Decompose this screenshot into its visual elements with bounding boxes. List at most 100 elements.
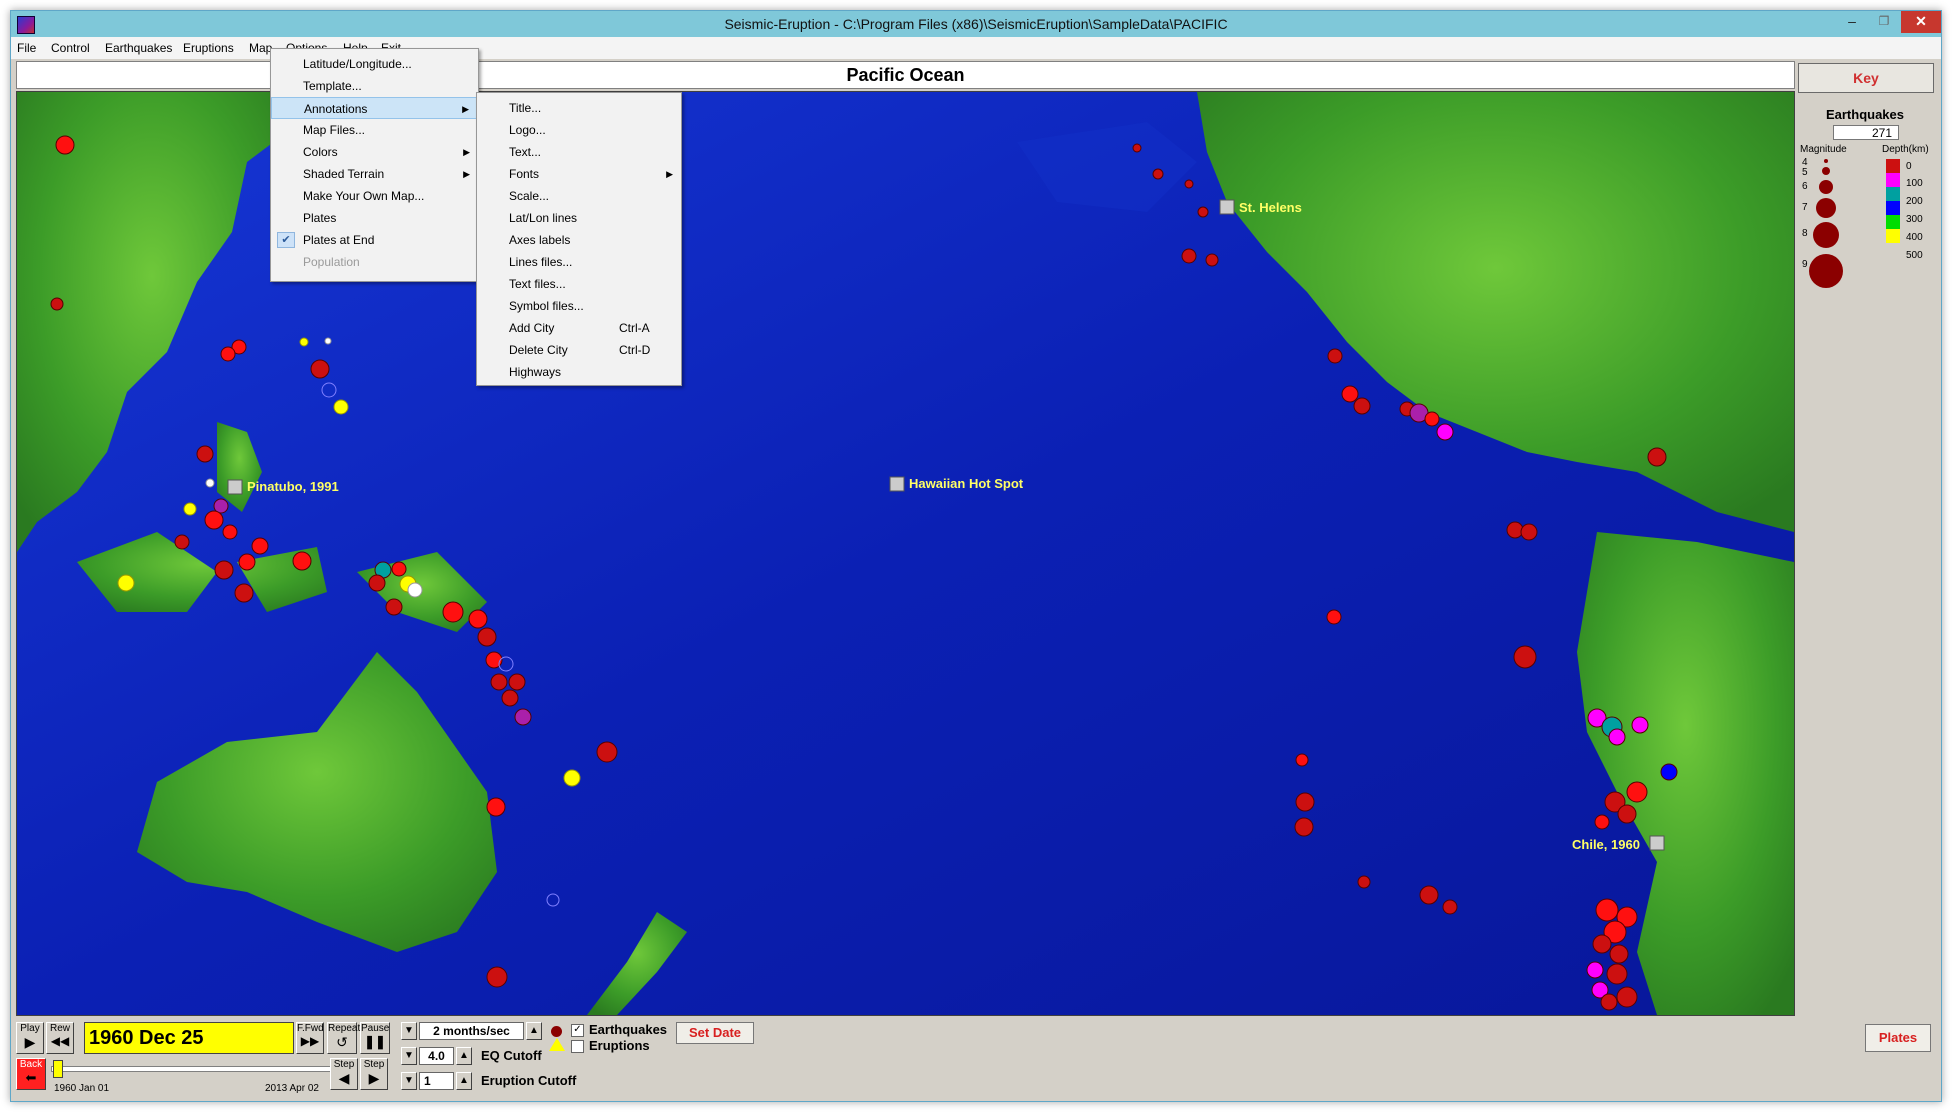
repeat-button[interactable]: Repeat ↺ — [327, 1022, 360, 1054]
menu-file[interactable]: File — [17, 41, 36, 55]
magnitude-label: Magnitude — [1800, 144, 1847, 155]
menu-item-template[interactable]: Template... — [271, 75, 478, 97]
checkmark-icon: ✔ — [277, 232, 295, 248]
eq-cutoff-field[interactable]: 4.0 — [419, 1047, 454, 1065]
menu-item-shaded-terrain[interactable]: Shaded Terrain ▶ — [271, 163, 478, 185]
eruption-cutoff-up-icon[interactable]: ▲ — [456, 1072, 472, 1090]
magnitude-scale-graphic — [1809, 159, 1843, 288]
eruptions-label: Eruptions — [589, 1038, 650, 1053]
eq-cutoff-down-icon[interactable]: ▼ — [401, 1047, 417, 1065]
fast-forward-icon: ▶▶ — [300, 1034, 320, 1048]
label-st-helens: St. Helens — [1239, 200, 1302, 215]
step-back-icon: ◀ — [338, 1070, 350, 1086]
submenu-item-scale[interactable]: Scale... — [477, 185, 681, 207]
menu-item-colors[interactable]: Colors ▶ — [271, 141, 478, 163]
submenu-item-add-city[interactable]: Add City Ctrl-A — [477, 317, 681, 339]
submenu-item-delete-city[interactable]: Delete City Ctrl-D — [477, 339, 681, 361]
depth-0-label: 0 — [1906, 161, 1912, 172]
submenu-item-symbol-files[interactable]: Symbol files... — [477, 295, 681, 317]
window-title: Seismic-Eruption - C:\Program Files (x86… — [724, 16, 1228, 32]
earthquake-count: 271 — [1833, 125, 1899, 140]
current-date: 1960 Dec 25 — [84, 1022, 294, 1054]
submenu-item-logo[interactable]: Logo... — [477, 119, 681, 141]
delete-city-shortcut: Ctrl-D — [619, 343, 651, 357]
depth-100-label: 100 — [1906, 178, 1923, 189]
speed-field[interactable]: 2 months/sec — [419, 1022, 524, 1040]
submenu-arrow-icon: ▶ — [463, 147, 470, 157]
menu-item-lat-lon[interactable]: Latitude/Longitude... — [271, 53, 478, 75]
submenu-arrow-icon: ▶ — [666, 169, 673, 179]
set-date-button[interactable]: Set Date — [676, 1022, 754, 1044]
back-button[interactable]: Back ⬅ — [16, 1058, 46, 1090]
rewind-button[interactable]: Rew ◀◀ — [46, 1022, 74, 1054]
menu-item-map-files[interactable]: Map Files... — [271, 119, 478, 141]
pause-label: Pause — [361, 1023, 390, 1034]
play-label: Play — [20, 1023, 40, 1034]
menu-item-plates[interactable]: Plates — [271, 207, 478, 229]
menu-earthquakes[interactable]: Earthquakes — [105, 41, 172, 55]
minimize-button[interactable]: – — [1837, 11, 1867, 33]
depth-label: Depth(km) — [1882, 144, 1929, 155]
fast-forward-button[interactable]: F.Fwd ▶▶ — [296, 1022, 324, 1054]
submenu-item-lines-files[interactable]: Lines files... — [477, 251, 681, 273]
earthquakes-label: Earthquakes — [589, 1022, 668, 1037]
slider-thumb[interactable] — [53, 1060, 63, 1078]
submenu-item-fonts[interactable]: Fonts ▶ — [477, 163, 681, 185]
menu-item-annotations[interactable]: Annotations ▶ — [271, 97, 478, 119]
control-bar: Play ▶ Rew ◀◀ 1960 Dec 25 F.Fwd ▶▶ Repeat ↺ … — [11, 1016, 1941, 1101]
back-label: Back — [19, 1059, 43, 1070]
back-arrow-icon: ⬅ — [25, 1070, 37, 1085]
depth-300-label: 300 — [1906, 214, 1923, 225]
menu-item-make-your-own-map[interactable]: Make Your Own Map... — [271, 185, 478, 207]
eq-cutoff-label: EQ Cutoff — [481, 1048, 542, 1063]
maximize-button[interactable]: ❐ — [1869, 11, 1899, 33]
close-button[interactable]: ✕ — [1901, 11, 1941, 33]
plates-button[interactable]: Plates — [1865, 1024, 1931, 1052]
step-back-label: Step — [333, 1059, 355, 1070]
step-back-button[interactable]: Step ◀ — [330, 1058, 358, 1090]
title-bar[interactable]: Seismic-Eruption - C:\Program Files (x86… — [11, 11, 1941, 37]
eruptions-checkbox[interactable] — [571, 1040, 584, 1053]
map-menu-dropdown: Latitude/Longitude... Template... Annota… — [270, 48, 479, 282]
submenu-item-axes-labels[interactable]: Axes labels — [477, 229, 681, 251]
speed-up-icon[interactable]: ▲ — [526, 1022, 542, 1040]
start-date-label: 1960 Jan 01 — [54, 1083, 110, 1094]
menu-control[interactable]: Control — [51, 41, 90, 55]
fast-forward-label: F.Fwd — [297, 1023, 324, 1034]
eruption-symbol-icon — [549, 1038, 565, 1051]
menu-item-population: Population — [303, 255, 360, 269]
menu-item-plates-at-end[interactable]: ✔ Plates at End — [271, 229, 478, 251]
depth-400-label: 400 — [1906, 232, 1923, 243]
earthquakes-checkbox[interactable]: ✓ — [571, 1024, 584, 1037]
repeat-icon: ↺ — [336, 1034, 348, 1050]
speed-down-icon[interactable]: ▼ — [401, 1022, 417, 1040]
eruption-cutoff-field[interactable]: 1 — [419, 1072, 454, 1090]
app-window: Seismic-Eruption - C:\Program Files (x86… — [10, 10, 1942, 1102]
label-pinatubo: Pinatubo, 1991 — [247, 479, 339, 494]
step-forward-button[interactable]: Step ▶ — [360, 1058, 388, 1090]
menu-map[interactable]: Map — [249, 41, 272, 55]
pause-button[interactable]: Pause ❚❚ — [360, 1022, 390, 1054]
depth-swatch-400 — [1886, 215, 1900, 229]
timeline-slider[interactable] — [51, 1060, 333, 1080]
submenu-item-highways[interactable]: Highways — [477, 361, 681, 383]
submenu-arrow-icon: ▶ — [463, 169, 470, 179]
menu-eruptions[interactable]: Eruptions — [183, 41, 234, 55]
eq-cutoff-up-icon[interactable]: ▲ — [456, 1047, 472, 1065]
depth-swatch-300 — [1886, 201, 1900, 215]
key-heading: Earthquakes — [1825, 107, 1905, 122]
depth-swatch-200 — [1886, 187, 1900, 201]
eruption-cutoff-down-icon[interactable]: ▼ — [401, 1072, 417, 1090]
earthquake-symbol-icon — [551, 1026, 562, 1037]
key-button[interactable]: Key — [1798, 63, 1934, 93]
submenu-item-title[interactable]: Title... — [477, 97, 681, 119]
submenu-item-text-files[interactable]: Text files... — [477, 273, 681, 295]
end-date-label: 2013 Apr 02 — [265, 1083, 319, 1094]
submenu-item-lat-lon-lines[interactable]: Lat/Lon lines — [477, 207, 681, 229]
depth-200-label: 200 — [1906, 196, 1923, 207]
submenu-item-text[interactable]: Text... — [477, 141, 681, 163]
depth-swatch-0 — [1886, 159, 1900, 173]
play-button[interactable]: Play ▶ — [16, 1022, 44, 1054]
slider-track — [51, 1066, 333, 1072]
step-forward-icon: ▶ — [368, 1070, 380, 1086]
